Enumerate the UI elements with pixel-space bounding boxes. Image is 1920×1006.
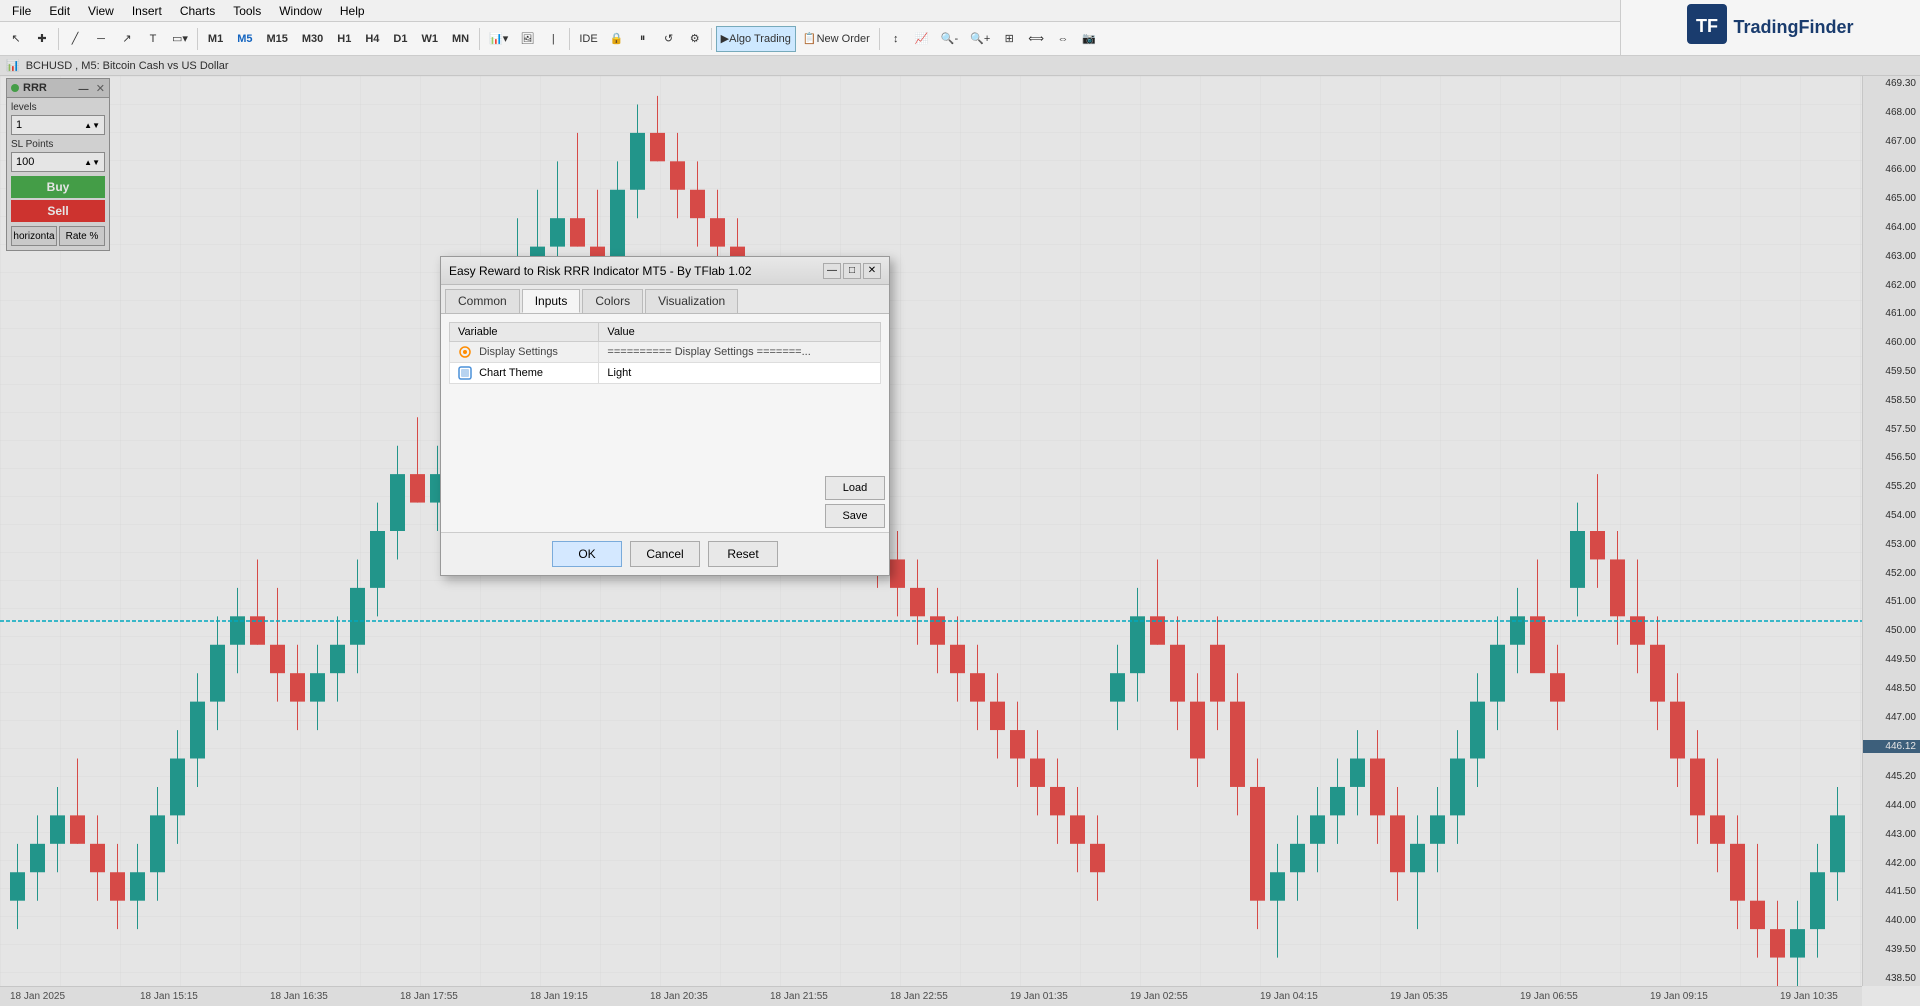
menu-tools[interactable]: Tools <box>225 2 269 20</box>
reset-button[interactable]: Reset <box>708 541 778 567</box>
menu-view[interactable]: View <box>80 2 122 20</box>
toolbar-zoom-in[interactable]: ↕ <box>884 26 908 52</box>
dialog-maximize-btn[interactable]: □ <box>843 263 861 279</box>
ok-button[interactable]: OK <box>552 541 622 567</box>
dialog-footer: OK Cancel Reset <box>441 532 889 575</box>
tf-m5[interactable]: M5 <box>231 28 258 50</box>
load-button[interactable]: Load <box>825 476 885 500</box>
tab-inputs[interactable]: Inputs <box>522 289 581 313</box>
dialog-content: Variable Value <box>441 314 889 532</box>
dialog-minimize-btn[interactable]: — <box>823 263 841 279</box>
toolbar-refresh[interactable]: ↺ <box>657 26 681 52</box>
save-button[interactable]: Save <box>825 504 885 528</box>
toolbar-arrow[interactable]: ↗ <box>115 26 139 52</box>
toolbar-fix-scale[interactable]: ⇔ <box>1051 26 1075 52</box>
indicator-dialog: Easy Reward to Risk RRR Indicator MT5 - … <box>440 256 890 576</box>
logo-icon: TF <box>1687 4 1727 51</box>
menu-charts[interactable]: Charts <box>172 2 223 20</box>
dialog-empty-space <box>449 384 881 524</box>
toolbar-hline[interactable]: ─ <box>89 26 113 52</box>
tf-mn[interactable]: MN <box>446 28 475 50</box>
toolbar-template[interactable]: 🖼 <box>515 26 539 52</box>
toolbar-autoscroll[interactable]: ⟺ <box>1023 26 1049 52</box>
toolbar-chart-type[interactable]: 📊▾ <box>484 26 513 52</box>
row-display-settings-var: Display Settings <box>450 342 599 363</box>
tab-common[interactable]: Common <box>445 289 520 313</box>
new-order-btn[interactable]: 📋 New Order <box>798 26 875 52</box>
menu-file[interactable]: File <box>4 2 39 20</box>
separator-5 <box>711 28 712 50</box>
row-display-settings-val: ========== Display Settings =======... <box>599 342 881 363</box>
display-settings-label: Display Settings <box>479 346 558 358</box>
toolbar-zoom-in2[interactable]: 🔍+ <box>965 26 995 52</box>
tf-d1[interactable]: D1 <box>387 28 413 50</box>
tab-visualization[interactable]: Visualization <box>645 289 738 313</box>
table-row: Display Settings ========== Display Sett… <box>450 342 881 363</box>
dialog-close-btn[interactable]: ✕ <box>863 263 881 279</box>
tf-h1[interactable]: H1 <box>331 28 357 50</box>
tf-m30[interactable]: M30 <box>296 28 329 50</box>
toolbar-lock[interactable]: 🔒 <box>605 26 629 52</box>
svg-text:TF: TF <box>1696 16 1718 36</box>
algo-trading-btn[interactable]: ▶ Algo Trading <box>716 26 796 52</box>
theme-icon <box>458 366 472 380</box>
col-variable: Variable <box>450 323 599 342</box>
dialog-action-buttons: Load Save <box>821 472 889 532</box>
dialog-overlay: Easy Reward to Risk RRR Indicator MT5 - … <box>0 56 1920 1006</box>
menu-window[interactable]: Window <box>271 2 330 20</box>
chart-theme-label: Chart Theme <box>479 367 543 379</box>
toolbar-line[interactable]: ╱ <box>63 26 87 52</box>
toolbar-record[interactable]: ⏸ <box>631 26 655 52</box>
dialog-title: Easy Reward to Risk RRR Indicator MT5 - … <box>449 264 752 278</box>
toolbar-grid[interactable]: ⊞ <box>997 26 1021 52</box>
separator-2 <box>197 28 198 50</box>
logo-text: TradingFinder <box>1733 17 1853 38</box>
toolbar-settings[interactable]: ⚙ <box>683 26 707 52</box>
toolbar-zoom-out[interactable]: 🔍- <box>936 26 963 52</box>
tab-colors[interactable]: Colors <box>582 289 643 313</box>
toolbar-text[interactable]: T <box>141 26 165 52</box>
dialog-titlebar[interactable]: Easy Reward to Risk RRR Indicator MT5 - … <box>441 257 889 285</box>
table-row[interactable]: Chart Theme Light <box>450 363 881 384</box>
tf-h4[interactable]: H4 <box>359 28 385 50</box>
row-chart-theme-var: Chart Theme <box>450 363 599 384</box>
toolbar-crosshair[interactable]: ✚ <box>30 26 54 52</box>
dialog-tabs: Common Inputs Colors Visualization <box>441 285 889 314</box>
tf-m15[interactable]: M15 <box>260 28 293 50</box>
cancel-button[interactable]: Cancel <box>630 541 700 567</box>
toolbar-shapes[interactable]: ▭▾ <box>167 26 193 52</box>
toolbar-indicators[interactable]: 📈 <box>910 26 934 52</box>
toolbar-ide[interactable]: IDE <box>574 26 602 52</box>
logo-area: TF TradingFinder <box>1620 0 1920 56</box>
settings-icon <box>458 345 472 359</box>
inputs-table: Variable Value <box>449 322 881 384</box>
separator-1 <box>58 28 59 50</box>
separator-6 <box>879 28 880 50</box>
row-chart-theme-val[interactable]: Light <box>599 363 881 384</box>
col-value: Value <box>599 323 881 342</box>
toolbar-screenshot[interactable]: 📷 <box>1077 26 1101 52</box>
tf-w1[interactable]: W1 <box>415 28 444 50</box>
menu-help[interactable]: Help <box>332 2 373 20</box>
separator-4 <box>569 28 570 50</box>
toolbar-period-sep[interactable]: | <box>541 26 565 52</box>
separator-3 <box>479 28 480 50</box>
menu-edit[interactable]: Edit <box>41 2 78 20</box>
menu-insert[interactable]: Insert <box>124 2 170 20</box>
dialog-controls: — □ ✕ <box>821 263 881 279</box>
tf-m1[interactable]: M1 <box>202 28 229 50</box>
chart-container: 📊 BCHUSD , M5: Bitcoin Cash vs US Dollar… <box>0 56 1920 1006</box>
toolbar-cursor[interactable]: ↖ <box>4 26 28 52</box>
